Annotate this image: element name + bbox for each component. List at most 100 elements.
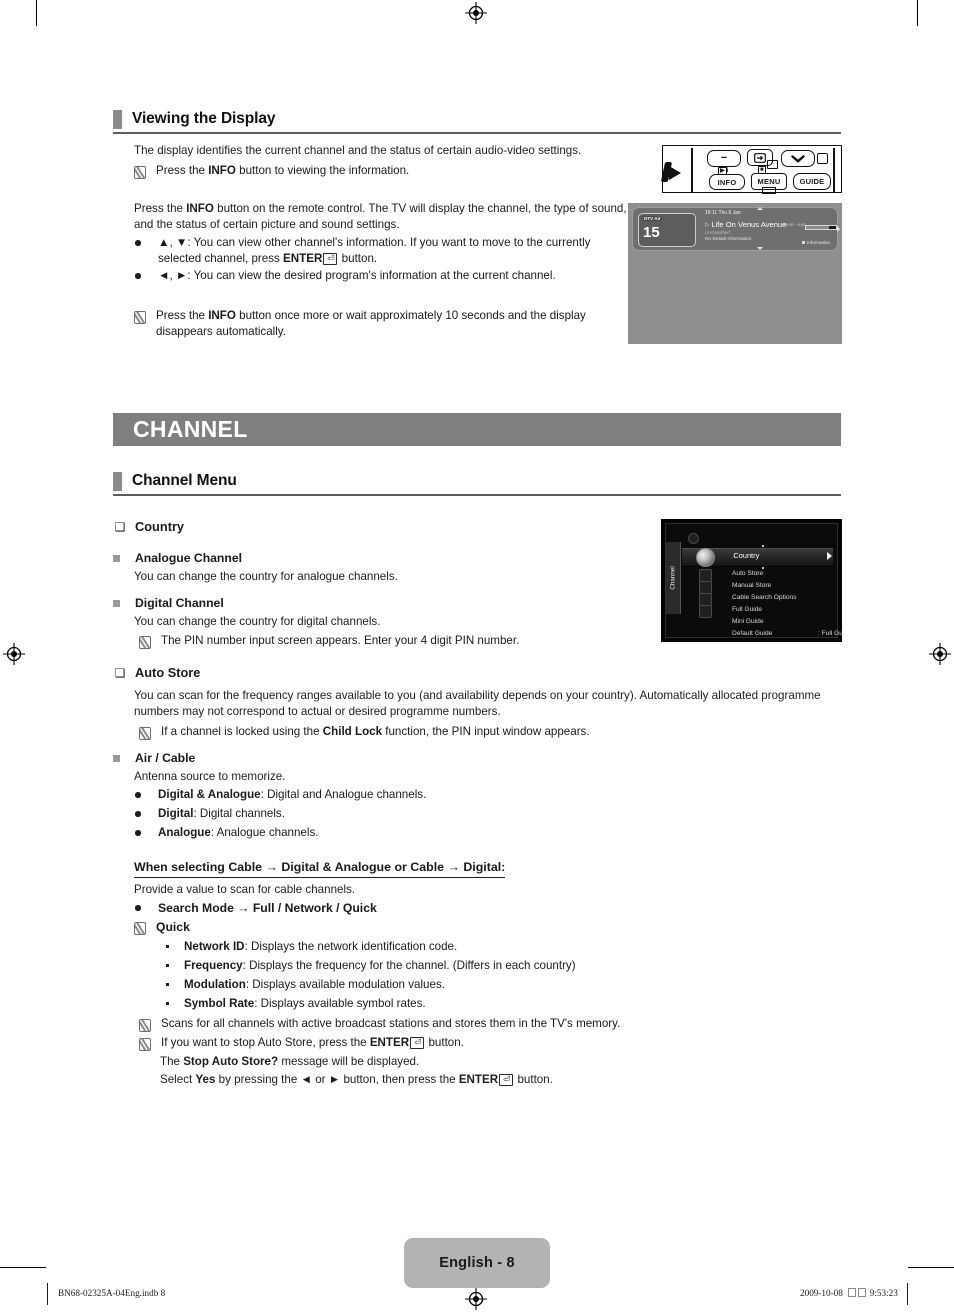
- analogue-channel-row: Analogue Channel: [113, 550, 242, 566]
- note-stop-lead: If you want to stop Auto Store, press th…: [161, 1036, 370, 1049]
- footer-time: 9:53:23: [869, 1288, 898, 1298]
- menu-item-country-label: Country: [733, 551, 760, 560]
- bullet-updown-tail: button.: [338, 252, 378, 266]
- info-button[interactable]: INFO: [709, 174, 745, 190]
- footer-divider-left: [47, 1283, 48, 1305]
- menu-item-5[interactable]: Default Guide: [732, 630, 772, 637]
- menu-item-country[interactable]: .Country: [732, 551, 759, 560]
- crop-mark-top-left: [36, 0, 38, 26]
- menu-icon-top: [688, 533, 699, 544]
- volume-down-label: −: [720, 152, 728, 164]
- crop-mark-bottom-right: [908, 1267, 954, 1269]
- menu-tab-label: Channel: [669, 566, 677, 590]
- cable-section-heading: When selecting Cable → Digital & Analogu…: [134, 859, 506, 878]
- note-sel-tail: button.: [514, 1073, 553, 1086]
- note-timeout-lead: Press the: [156, 309, 209, 322]
- heading-text: Viewing the Display: [132, 110, 276, 127]
- quick-3-desc: : Displays available symbol rates.: [254, 997, 426, 1010]
- air-cable-option-1-text: Digital: Digital channels.: [148, 806, 285, 822]
- quick-3-term: Symbol Rate: [184, 997, 255, 1010]
- info-banner: DTV Air 15 18:11 Thu 6 Jan ▷ Life On Ven…: [632, 207, 840, 251]
- bullet-updown-text: ▲, ▼: You can view other channel's infor…: [148, 235, 629, 267]
- footer-date: 2009-10-08: [800, 1288, 843, 1298]
- menu-tab-channel[interactable]: Channel: [666, 542, 681, 614]
- programme-title-text: Life On Venus Avenue: [711, 220, 787, 229]
- channel-down-button[interactable]: [781, 150, 815, 167]
- note-stop-tail: button.: [425, 1036, 464, 1049]
- air-cable-option-2-text: Analogue: Analogue channels.: [148, 825, 318, 841]
- missing-glyph-box-1: [848, 1288, 857, 1297]
- information-hint-text: Information: [807, 240, 830, 245]
- note-sel-yes: Yes: [195, 1073, 216, 1086]
- channel-banner-title: CHANNEL: [133, 416, 248, 442]
- remote-control-figure: − ▶ i ■ INFO MENU GUIDE: [660, 145, 842, 194]
- menu-item-5-value: : Full Guide: [818, 630, 842, 637]
- enter-key-icon: ⏎: [323, 253, 338, 266]
- channel-box: DTV Air 15: [638, 213, 696, 247]
- note-scan-row: Scans for all channels with active broad…: [139, 1016, 839, 1032]
- menu-item-2[interactable]: Cable Search Options: [732, 594, 797, 601]
- viewing-display-heading: Viewing the Display: [113, 109, 275, 129]
- registration-mark-bottom: [465, 1288, 487, 1310]
- information-hint: Information: [802, 240, 830, 245]
- bullet-updown: ▲, ▼: You can view other channel's infor…: [134, 235, 629, 267]
- quick-1-desc: : Displays the frequency for the channel…: [242, 959, 576, 972]
- option-2-desc: : Analogue channels.: [210, 826, 319, 839]
- note-info-timeout: Press the INFO button once more or wait …: [134, 308, 634, 340]
- programme-time-range: 18:00 ~ 6:00: [783, 222, 806, 227]
- country-globe-icon: [696, 548, 715, 567]
- option-1-term: Digital: [158, 807, 194, 820]
- auto-store-heading: Auto Store: [135, 665, 201, 680]
- hollow-square-icon: ❑: [114, 520, 126, 534]
- chevron-down-icon: [791, 154, 805, 163]
- air-cable-option-0: Digital & Analogue: Digital and Analogue…: [134, 787, 634, 803]
- viewing-para-2: Press the INFO button on the remote cont…: [134, 201, 629, 233]
- footer-divider-right: [907, 1283, 908, 1305]
- quick-item-2: Modulation: Displays available modulatio…: [164, 977, 664, 993]
- volume-down-button[interactable]: −: [707, 150, 741, 167]
- menu-item-0[interactable]: Auto Store: [732, 570, 763, 577]
- note-scan-text: Scans for all channels with active broad…: [161, 1017, 621, 1030]
- option-0-term: Digital & Analogue: [158, 788, 261, 801]
- menu-badge-icon: [767, 160, 778, 169]
- note-timeout-bold: INFO: [208, 309, 236, 322]
- page-number-tag: English - 8: [404, 1238, 550, 1288]
- note-stop-row: If you want to stop Auto Store, press th…: [139, 1035, 839, 1051]
- guide-button[interactable]: GUIDE: [793, 173, 831, 190]
- quick-1-term: Frequency: [184, 959, 243, 972]
- auto-store-heading-row: ❑ Auto Store: [113, 665, 201, 681]
- search-mode-row: Search Mode → Full / Network / Quick: [134, 900, 634, 916]
- quick-label: Quick: [156, 920, 190, 934]
- para2-lead: Press the: [134, 202, 187, 215]
- analogue-channel-heading: Analogue Channel: [135, 551, 242, 565]
- heading-tick-2: [113, 472, 122, 491]
- note-sel-lead: Select: [160, 1073, 196, 1086]
- heading-tick: [113, 110, 122, 129]
- childlock-bold: Child Lock: [322, 725, 383, 738]
- note-sel-enter: ENTER: [458, 1073, 499, 1086]
- info-icon-label: ▶ i: [718, 167, 729, 175]
- menu-dot-up: [762, 545, 764, 547]
- channel-source-label: DTV Air: [643, 216, 662, 221]
- air-cable-option-0-text: Digital & Analogue: Digital and Analogue…: [148, 787, 426, 803]
- programme-detail: No Detailt Information: [705, 237, 752, 242]
- menu-item-4[interactable]: Mini Guide: [732, 618, 764, 625]
- bullet-updown-enter: ENTER: [283, 252, 323, 266]
- quick-2-desc: : Displays available modulation values.: [245, 978, 445, 991]
- air-cable-intro: Antenna source to memorize.: [134, 770, 286, 783]
- registration-mark-right: [929, 643, 951, 665]
- menu-item-3[interactable]: Full Guide: [732, 606, 762, 613]
- quick-item-1-text: Frequency: Displays the frequency for th…: [176, 958, 576, 974]
- quick-item-3-text: Symbol Rate: Displays available symbol r…: [176, 996, 426, 1012]
- menu-icon-full-guide: [699, 605, 712, 618]
- quick-item-3: Symbol Rate: Displays available symbol r…: [164, 996, 664, 1012]
- registration-mark-top: [465, 2, 487, 24]
- registration-mark-left: [3, 643, 25, 665]
- menu-item-1[interactable]: Manual Store: [732, 582, 771, 589]
- air-cable-option-2: Analogue: Analogue channels.: [134, 825, 634, 841]
- note-info-button: Press the INFO button to viewing the inf…: [134, 163, 634, 179]
- enter-key-icon-3: ⏎: [499, 1074, 514, 1086]
- menu-button-label: MENU: [757, 177, 781, 186]
- missing-glyph-box-2: [858, 1288, 867, 1297]
- footer-file-name: BN68-02325A-04Eng.indb 8: [58, 1288, 166, 1298]
